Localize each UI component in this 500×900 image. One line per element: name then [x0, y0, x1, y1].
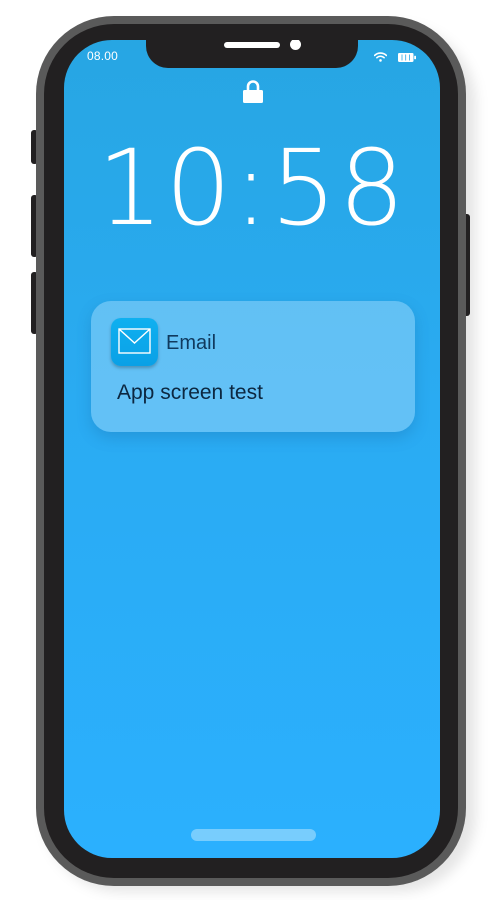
status-time: 08.00 — [87, 49, 119, 63]
notification-app-name: Email — [166, 332, 217, 354]
email-app-icon — [111, 318, 158, 366]
notification-message: App screen test — [117, 381, 263, 404]
speaker — [224, 42, 280, 48]
email-notification[interactable]: Email App screen test — [91, 301, 415, 432]
front-camera — [290, 40, 301, 50]
lock-screen-clock: 10:58 — [97, 127, 407, 249]
notch — [146, 40, 358, 68]
wifi-icon — [374, 52, 387, 62]
battery-icon — [398, 53, 416, 62]
lock-icon — [243, 80, 263, 103]
lock-screen: 08.00 10:58 Email App screen test — [64, 40, 440, 858]
envelope-icon — [118, 328, 151, 354]
home-indicator[interactable] — [191, 829, 316, 841]
